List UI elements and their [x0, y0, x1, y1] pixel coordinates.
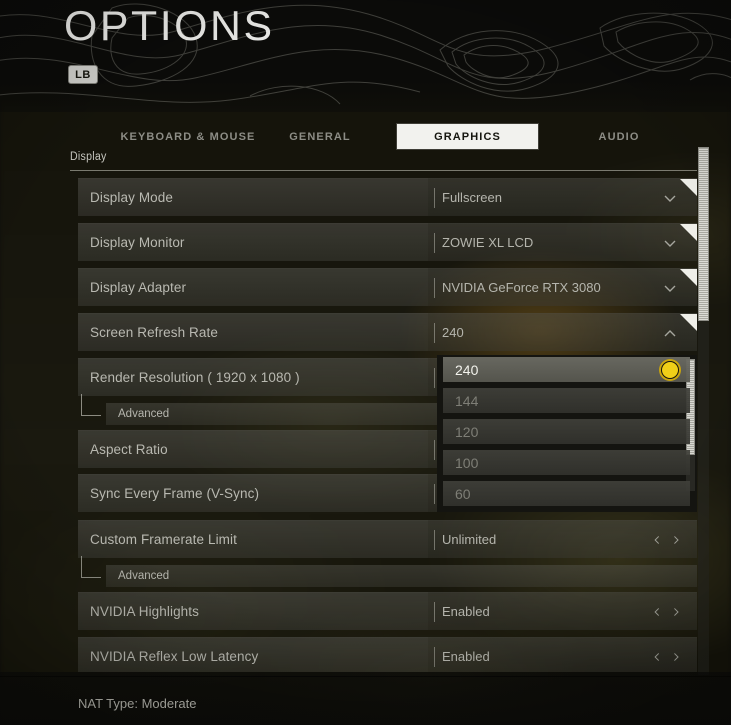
- dropdown-option[interactable]: 240: [443, 357, 690, 382]
- dropdown-option-label: 120: [455, 423, 479, 440]
- selected-radio-indicator: [662, 361, 678, 378]
- refresh-rate-dropdown-menu[interactable]: 240 144 120 100 60: [437, 355, 697, 512]
- options-screen: OPTIONS LB KEYBOARD & MOUSEGENERALGRAPHI…: [0, 0, 731, 725]
- dropdown-option[interactable]: 100: [443, 450, 690, 475]
- dropdown-option[interactable]: 60: [443, 481, 690, 506]
- dropdown-option-label: 240: [455, 361, 479, 378]
- dropdown-option[interactable]: 144: [443, 388, 690, 413]
- dropdown-option-label: 60: [455, 485, 471, 502]
- dropdown-option[interactable]: 120: [443, 419, 690, 444]
- dropdown-option-label: 100: [455, 454, 479, 471]
- dropdown-option-label: 144: [455, 392, 479, 409]
